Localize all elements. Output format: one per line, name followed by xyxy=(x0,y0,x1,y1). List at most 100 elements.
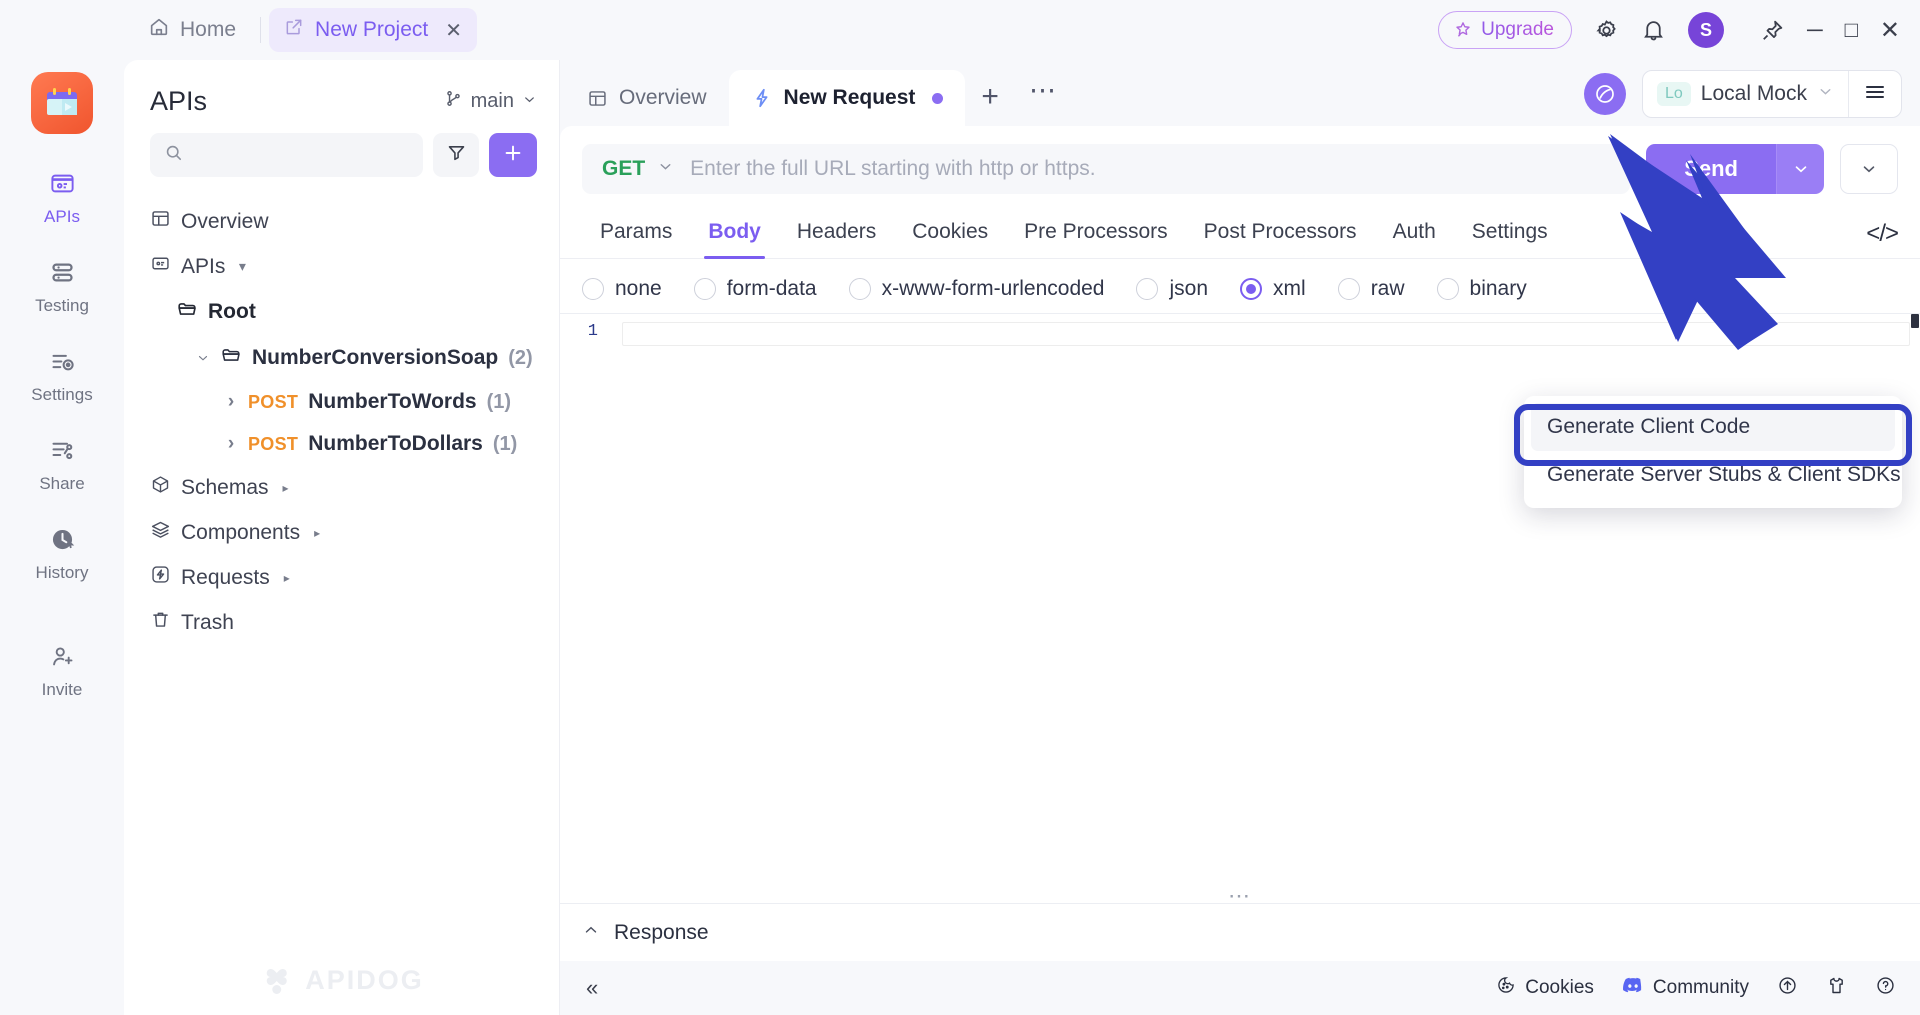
apis-folder-icon xyxy=(150,253,171,280)
api-tree-panel: APIs main xyxy=(124,60,560,1015)
close-window-button[interactable]: ✕ xyxy=(1880,16,1900,45)
tree-item-trash[interactable]: Trash xyxy=(124,600,559,645)
more-tabs-button[interactable]: ⋯ xyxy=(1015,75,1072,126)
avatar[interactable]: S xyxy=(1688,12,1724,48)
sidebar-label: Invite xyxy=(42,680,83,700)
home-tab[interactable]: Home xyxy=(132,8,252,52)
chevron-up-icon[interactable] xyxy=(582,921,600,944)
gear-icon[interactable] xyxy=(1594,18,1619,43)
project-tab[interactable]: New Project ✕ xyxy=(269,8,477,52)
upgrade-button[interactable]: Upgrade xyxy=(1438,11,1572,49)
tree-item-requests[interactable]: Requests ▸ xyxy=(124,555,559,600)
sidebar-item-testing[interactable]: Testing xyxy=(12,249,112,324)
tree-item-overview[interactable]: Overview xyxy=(124,199,559,244)
globe-icon[interactable] xyxy=(1584,73,1626,115)
tab-headers[interactable]: Headers xyxy=(779,210,894,258)
method-selector[interactable]: GET xyxy=(582,157,690,181)
tab-pre-processors[interactable]: Pre Processors xyxy=(1006,210,1186,258)
send-options-button[interactable] xyxy=(1776,144,1824,194)
radio-none[interactable]: none xyxy=(582,277,662,301)
radio-json[interactable]: json xyxy=(1136,277,1208,301)
radio-form-data[interactable]: form-data xyxy=(694,277,817,301)
tab-overview[interactable]: Overview xyxy=(564,70,729,126)
close-project-icon[interactable]: ✕ xyxy=(445,18,462,43)
tree-item-count: (1) xyxy=(493,433,517,456)
tab-post-processors[interactable]: Post Processors xyxy=(1186,210,1375,258)
tree-item-numbertowords[interactable]: › POST NumberToWords (1) xyxy=(124,381,559,423)
minimize-button[interactable]: ─ xyxy=(1807,17,1823,43)
status-label: Cookies xyxy=(1525,977,1594,999)
tree-item-root[interactable]: Root xyxy=(124,289,559,335)
radio-x-www-form-urlencoded[interactable]: x-www-form-urlencoded xyxy=(849,277,1105,301)
search-box[interactable] xyxy=(150,133,423,177)
url-input[interactable] xyxy=(690,157,1630,181)
upgrade-label: Upgrade xyxy=(1481,19,1554,41)
menu-item-generate-client-code[interactable]: Generate Client Code xyxy=(1531,403,1895,451)
help-button[interactable] xyxy=(1875,975,1896,1002)
chevron-down-icon[interactable]: ▾ xyxy=(235,258,249,275)
method-label: GET xyxy=(602,157,645,181)
shirt-button[interactable] xyxy=(1826,975,1847,1002)
editor-active-line xyxy=(622,322,1910,346)
chevron-right-icon[interactable]: › xyxy=(224,433,238,455)
community-button[interactable]: Community xyxy=(1622,976,1749,1000)
chevron-right-icon[interactable]: ▸ xyxy=(310,526,324,540)
sidebar-label: History xyxy=(36,563,89,583)
code-icon[interactable]: </> xyxy=(1866,220,1898,248)
tree-item-numbertodollars[interactable]: › POST NumberToDollars (1) xyxy=(124,423,559,465)
tab-cookies[interactable]: Cookies xyxy=(894,210,1006,258)
add-tab-button[interactable]: + xyxy=(965,82,1015,126)
chevron-right-icon[interactable]: › xyxy=(224,391,238,413)
add-button[interactable] xyxy=(489,133,537,177)
request-panel: GET Send xyxy=(560,126,1920,961)
shirt-icon xyxy=(1826,975,1847,1002)
search-input[interactable] xyxy=(193,145,409,166)
response-bar[interactable]: Response xyxy=(560,903,1920,961)
sidebar-item-invite[interactable]: Invite xyxy=(12,633,112,708)
upload-button[interactable] xyxy=(1777,975,1798,1002)
tab-settings[interactable]: Settings xyxy=(1454,210,1566,258)
editor-scrollbar[interactable] xyxy=(1910,314,1920,903)
requests-icon xyxy=(150,564,171,591)
tab-auth[interactable]: Auth xyxy=(1375,210,1454,258)
tree-item-schemas[interactable]: Schemas ▸ xyxy=(124,465,559,510)
pin-icon[interactable] xyxy=(1760,18,1785,43)
menu-item-generate-server-stubs[interactable]: Generate Server Stubs & Client SDKs xyxy=(1531,451,1895,499)
editor-gutter: 1 xyxy=(560,314,612,903)
radio-binary[interactable]: binary xyxy=(1437,277,1527,301)
branch-selector[interactable]: main xyxy=(444,89,537,114)
chevron-down-icon[interactable] xyxy=(196,350,210,366)
sidebar-label: Testing xyxy=(35,296,89,316)
collapse-panel-button[interactable]: « xyxy=(586,975,598,1001)
bell-icon[interactable] xyxy=(1641,18,1666,43)
request-more-button[interactable] xyxy=(1840,144,1898,194)
panel-resize-handle[interactable]: ⋯ xyxy=(1228,893,1252,899)
tree-item-numberconversionsoap[interactable]: NumberConversionSoap (2) xyxy=(124,335,559,381)
environment-menu-button[interactable] xyxy=(1849,71,1901,117)
sidebar-item-apis[interactable]: APIs xyxy=(12,160,112,235)
sidebar-item-share[interactable]: Share xyxy=(12,427,112,502)
sidebar-item-history[interactable]: History xyxy=(12,516,112,591)
tree-item-apis[interactable]: APIs ▾ xyxy=(124,244,559,289)
tab-body[interactable]: Body xyxy=(690,210,779,258)
environment-dropdown[interactable]: Lo Local Mock xyxy=(1643,71,1848,117)
maximize-button[interactable]: □ xyxy=(1845,17,1858,43)
cookies-button[interactable]: Cookies xyxy=(1496,975,1594,1001)
hamburger-icon xyxy=(1863,80,1887,109)
upload-circle-icon xyxy=(1777,975,1798,1002)
filter-button[interactable] xyxy=(433,133,479,177)
radio-raw[interactable]: raw xyxy=(1338,277,1405,301)
tab-new-request[interactable]: New Request xyxy=(729,70,966,126)
tab-params[interactable]: Params xyxy=(582,210,690,258)
chevron-right-icon[interactable]: ▸ xyxy=(280,571,294,585)
tree-item-components[interactable]: Components ▸ xyxy=(124,510,559,555)
editor-scrollbar-thumb[interactable] xyxy=(1911,314,1919,328)
radio-xml[interactable]: xml xyxy=(1240,277,1306,301)
send-button[interactable]: Send xyxy=(1646,144,1776,194)
sidebar-item-settings[interactable]: Settings xyxy=(12,338,112,413)
chevron-right-icon[interactable]: ▸ xyxy=(279,481,293,495)
radio-circle xyxy=(1240,278,1262,300)
branch-icon xyxy=(444,89,463,114)
code-generation-menu: Generate Client Code Generate Server Stu… xyxy=(1524,396,1902,508)
app-logo xyxy=(31,72,93,134)
